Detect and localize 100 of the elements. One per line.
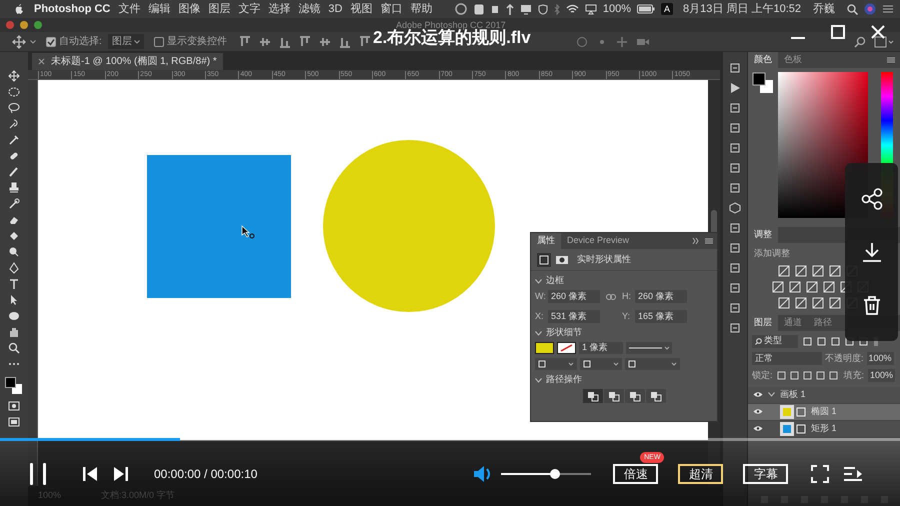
dodge-tool-icon[interactable] <box>8 246 20 258</box>
history-brush-icon[interactable] <box>8 198 20 210</box>
adjustment-icon[interactable] <box>795 264 807 276</box>
player-button[interactable]: 超清 <box>678 464 724 484</box>
adjustment-icon[interactable] <box>806 280 818 292</box>
rotate-3d-icon[interactable] <box>576 36 588 48</box>
marquee-tool-icon[interactable] <box>8 86 20 98</box>
bluetooth-icon[interactable] <box>554 4 560 14</box>
menu-item[interactable]: 文字 <box>238 2 260 16</box>
panel-tab[interactable]: 色板 <box>778 52 808 68</box>
player-button[interactable]: 倍速 <box>613 464 658 484</box>
menu-item[interactable]: 图层 <box>208 2 230 16</box>
user-name[interactable]: 乔巍 <box>813 2 835 16</box>
clock[interactable]: 8月13日 周日 上午10:52 <box>683 2 801 16</box>
display-icon[interactable] <box>520 4 532 14</box>
path-operation-icon[interactable] <box>604 389 624 403</box>
align-icon[interactable] <box>238 36 251 48</box>
actions-play-icon[interactable] <box>729 82 741 94</box>
transform-controls-checkbox[interactable] <box>154 36 164 46</box>
stamp-icon[interactable] <box>8 182 20 194</box>
text-tool-icon[interactable] <box>8 278 20 290</box>
search-icon[interactable] <box>854 36 866 48</box>
caret-icon[interactable] <box>30 40 36 44</box>
app-menu[interactable]: Photoshop CC <box>34 2 110 16</box>
dimension-field[interactable]: 165 像素 <box>635 310 687 323</box>
section-header[interactable]: 边框 <box>531 274 717 288</box>
adjustment-icon[interactable] <box>812 264 824 276</box>
pen-tool-icon[interactable] <box>8 262 20 274</box>
adjustment-icon[interactable] <box>812 296 824 308</box>
panel-tab[interactable]: 图层 <box>748 314 778 330</box>
align-icon[interactable] <box>298 36 311 48</box>
layer-row[interactable]: 椭圆 1 <box>748 404 900 420</box>
adjustment-icon[interactable] <box>829 296 841 308</box>
progress-track[interactable] <box>0 438 900 441</box>
app-icon[interactable] <box>474 4 484 14</box>
menu-item[interactable]: 选择 <box>268 2 290 16</box>
adjustment-icon[interactable] <box>772 280 784 292</box>
fill-field[interactable]: 100% <box>868 369 896 382</box>
chevron-icon[interactable] <box>768 392 775 397</box>
share-icon[interactable] <box>860 188 882 210</box>
align-icon[interactable] <box>358 36 371 48</box>
hand-tool-icon[interactable] <box>8 326 20 338</box>
lasso-tool-icon[interactable] <box>8 102 20 114</box>
quick-mask-icon[interactable] <box>8 400 20 412</box>
ellipse-tool-icon[interactable] <box>8 310 20 322</box>
path-operation-icon[interactable] <box>624 389 644 403</box>
color-field[interactable] <box>778 72 868 218</box>
eye-icon[interactable] <box>753 408 763 415</box>
align-icon[interactable] <box>278 36 291 48</box>
panel-tab[interactable]: 调整 <box>748 227 778 243</box>
cap-type-dropdown[interactable] <box>580 358 622 370</box>
download-icon[interactable] <box>860 240 882 263</box>
shield-icon[interactable] <box>538 4 548 14</box>
move-tool-icon[interactable] <box>8 70 20 82</box>
panel-tab[interactable]: 路径 <box>808 314 838 330</box>
dimension-field[interactable]: 260 像素 <box>548 290 600 304</box>
color-swatches-icon[interactable] <box>752 72 774 94</box>
shape-properties-icon[interactable] <box>537 252 551 266</box>
align-icon[interactable] <box>258 36 271 48</box>
zoom-tool-icon[interactable] <box>8 342 20 354</box>
move-tool-icon[interactable] <box>12 34 26 48</box>
section-header[interactable]: 形状细节 <box>531 326 717 340</box>
path-operation-icon[interactable] <box>646 389 666 403</box>
pan-3d-icon[interactable] <box>616 36 628 48</box>
line-style-dropdown[interactable] <box>626 342 672 354</box>
player-button[interactable]: 字幕 <box>743 464 788 484</box>
menu-item[interactable]: 滤镜 <box>298 2 320 16</box>
stroke-swatch[interactable] <box>557 342 576 354</box>
list-icon[interactable] <box>882 4 894 14</box>
menu-item[interactable]: 视图 <box>350 2 372 16</box>
path-selection-icon[interactable] <box>8 294 20 306</box>
adjustment-icon[interactable] <box>829 264 841 276</box>
quick-selection-icon[interactable] <box>8 118 20 130</box>
volume-thumb[interactable] <box>550 468 560 478</box>
menu-item[interactable]: 3D <box>328 2 342 16</box>
menu-item[interactable]: 文件 <box>118 2 140 16</box>
adjustment-icon[interactable] <box>789 280 801 292</box>
corner-type-dropdown[interactable] <box>625 358 680 370</box>
pause-icon[interactable] <box>28 462 48 486</box>
playlist-icon[interactable] <box>843 466 864 482</box>
eyedropper-icon[interactable] <box>8 134 20 146</box>
fill-swatch[interactable] <box>535 342 554 354</box>
adjustment-icon[interactable] <box>823 280 835 292</box>
menu-item[interactable]: 帮助 <box>410 2 432 16</box>
color-swatches-icon[interactable] <box>4 376 24 396</box>
next-icon[interactable] <box>113 466 129 480</box>
adjustment-icon[interactable] <box>778 296 790 308</box>
menu-item[interactable]: 图像 <box>178 2 200 16</box>
stroke-width-dropdown[interactable]: 1 像素 <box>579 342 623 354</box>
adjustment-icon[interactable] <box>778 264 790 276</box>
stroke-align-dropdown[interactable] <box>535 358 577 370</box>
3d-icon[interactable] <box>729 202 741 214</box>
align-icon[interactable] <box>338 36 351 48</box>
layer-row[interactable]: 矩形 1 <box>748 420 900 438</box>
search-icon[interactable] <box>847 4 858 14</box>
layer-row[interactable]: 画板 1 <box>748 386 900 404</box>
layer-dropdown[interactable]: 图层 <box>108 34 144 49</box>
section-header[interactable]: 路径操作 <box>531 373 717 387</box>
previous-icon[interactable] <box>82 466 98 480</box>
input-method-indicator[interactable]: A <box>660 3 673 15</box>
